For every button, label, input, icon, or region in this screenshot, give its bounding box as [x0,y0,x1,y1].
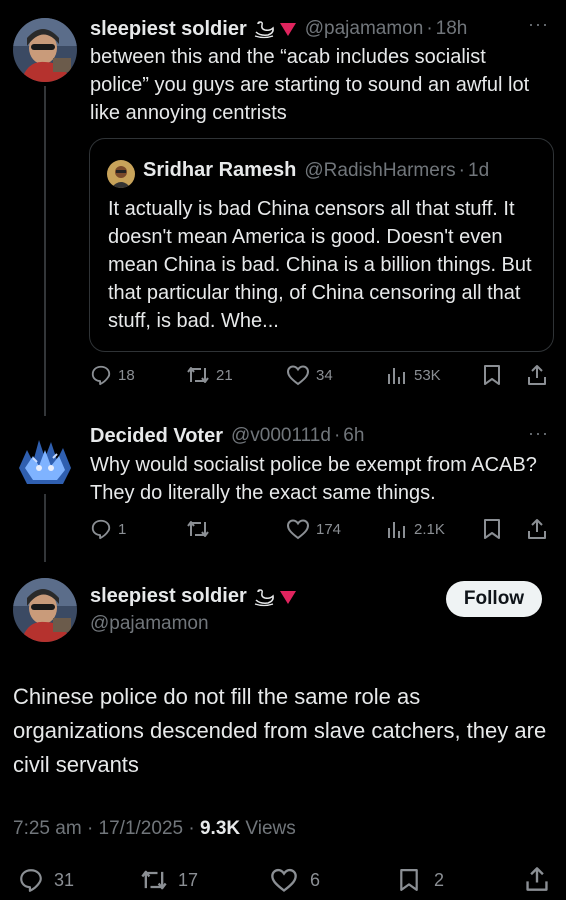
repost-button[interactable]: 17 [140,867,198,893]
thread-line-2 [44,494,46,562]
avatar[interactable] [13,578,77,642]
post-date[interactable]: 17/1/2025 [99,818,184,839]
reply-icon [91,519,111,540]
like-count: 6 [310,869,321,890]
repost-icon [187,367,209,383]
avatar[interactable] [13,428,77,492]
like-icon [271,868,297,892]
bookmark-button[interactable]: 2 [398,867,444,893]
like-count: 34 [316,366,333,384]
main-header: sleepiest soldier [90,585,297,608]
views-icon [388,522,405,538]
share-button[interactable] [526,518,548,540]
repost-button[interactable] [186,518,216,540]
views-count: 2.1K [414,520,445,538]
reply-button[interactable]: 1 [90,518,126,540]
quote-display-name: Sridhar Ramesh [143,159,297,181]
reply-button[interactable]: 18 [90,364,135,386]
repost-icon [187,521,209,537]
like-button[interactable]: 6 [270,867,320,893]
quote-timestamp: 1d [468,159,490,181]
tweet-meta: 7:25 am · 17/1/2025 · 9.3K Views [13,818,296,839]
bookmark-button[interactable] [482,364,502,386]
display-name[interactable]: Decided Voter [90,425,223,448]
reply-icon [20,869,42,892]
reply-count: 18 [118,366,135,384]
tweet2-header: Decided Voter @v000111d · 6h [90,424,365,448]
reply-count: 1 [118,520,127,538]
follow-button[interactable]: Follow [446,581,542,617]
bookmark-icon [400,869,418,891]
tweet-text: between this and the “acab includes soci… [90,46,530,124]
bookmark-icon [484,519,500,539]
bookmark-button[interactable] [482,518,502,540]
handle[interactable]: @v000111d [231,425,331,447]
main-tweet-text: Chinese police do not fill the same role… [13,684,547,777]
quote-text: It actually is bad China censors all tha… [108,198,532,332]
share-button[interactable] [526,364,548,386]
share-button[interactable] [524,866,550,892]
repost-icon [141,870,167,890]
reply-count: 31 [54,869,75,890]
bookmark-count: 2 [434,869,445,890]
avatar[interactable] [13,18,77,82]
views-count: 53K [414,366,441,384]
timestamp[interactable]: 18h [436,18,468,40]
like-count: 174 [316,520,342,538]
share-icon [528,519,546,539]
like-button[interactable]: 34 [286,364,333,386]
handle[interactable]: @pajamamon [305,18,424,40]
more-icon[interactable]: ··· [528,14,549,35]
like-icon [286,519,310,540]
swan-emoji-icon [252,19,276,39]
repost-count: 21 [216,366,233,384]
quote-handle: @RadishHarmers [304,159,456,181]
views-icon [388,368,405,384]
views-button[interactable]: 53K [386,364,441,386]
quote-avatar [107,160,135,188]
like-icon [286,365,310,386]
reply-button[interactable]: 31 [18,867,74,893]
like-button[interactable]: 174 [286,518,341,540]
reply-icon [91,365,111,386]
post-time[interactable]: 7:25 am [13,818,82,839]
views-label: Views [245,818,296,839]
red-triangle-icon [279,21,297,37]
handle[interactable]: @pajamamon [90,613,209,635]
tweet-text: Why would socialist police be exempt fro… [90,454,537,504]
thread-line-1 [44,86,46,416]
views-total: 9.3K [199,818,241,839]
quoted-tweet[interactable]: Sridhar Ramesh @RadishHarmers · 1d It ac… [89,138,554,352]
share-icon [526,867,548,891]
tweet1-header: sleepiest soldier @pajamamon · 18h [90,17,468,41]
repost-button[interactable]: 21 [186,364,233,386]
red-triangle-icon [279,589,297,605]
swan-emoji-icon [252,587,276,607]
display-name[interactable]: sleepiest soldier [90,18,247,41]
views-button[interactable]: 2.1K [386,518,445,540]
share-icon [528,365,546,385]
display-name[interactable]: sleepiest soldier [90,585,247,608]
more-icon[interactable]: ··· [528,423,549,444]
bookmark-icon [484,365,500,385]
timestamp[interactable]: 6h [343,425,364,447]
repost-count: 17 [178,869,199,890]
